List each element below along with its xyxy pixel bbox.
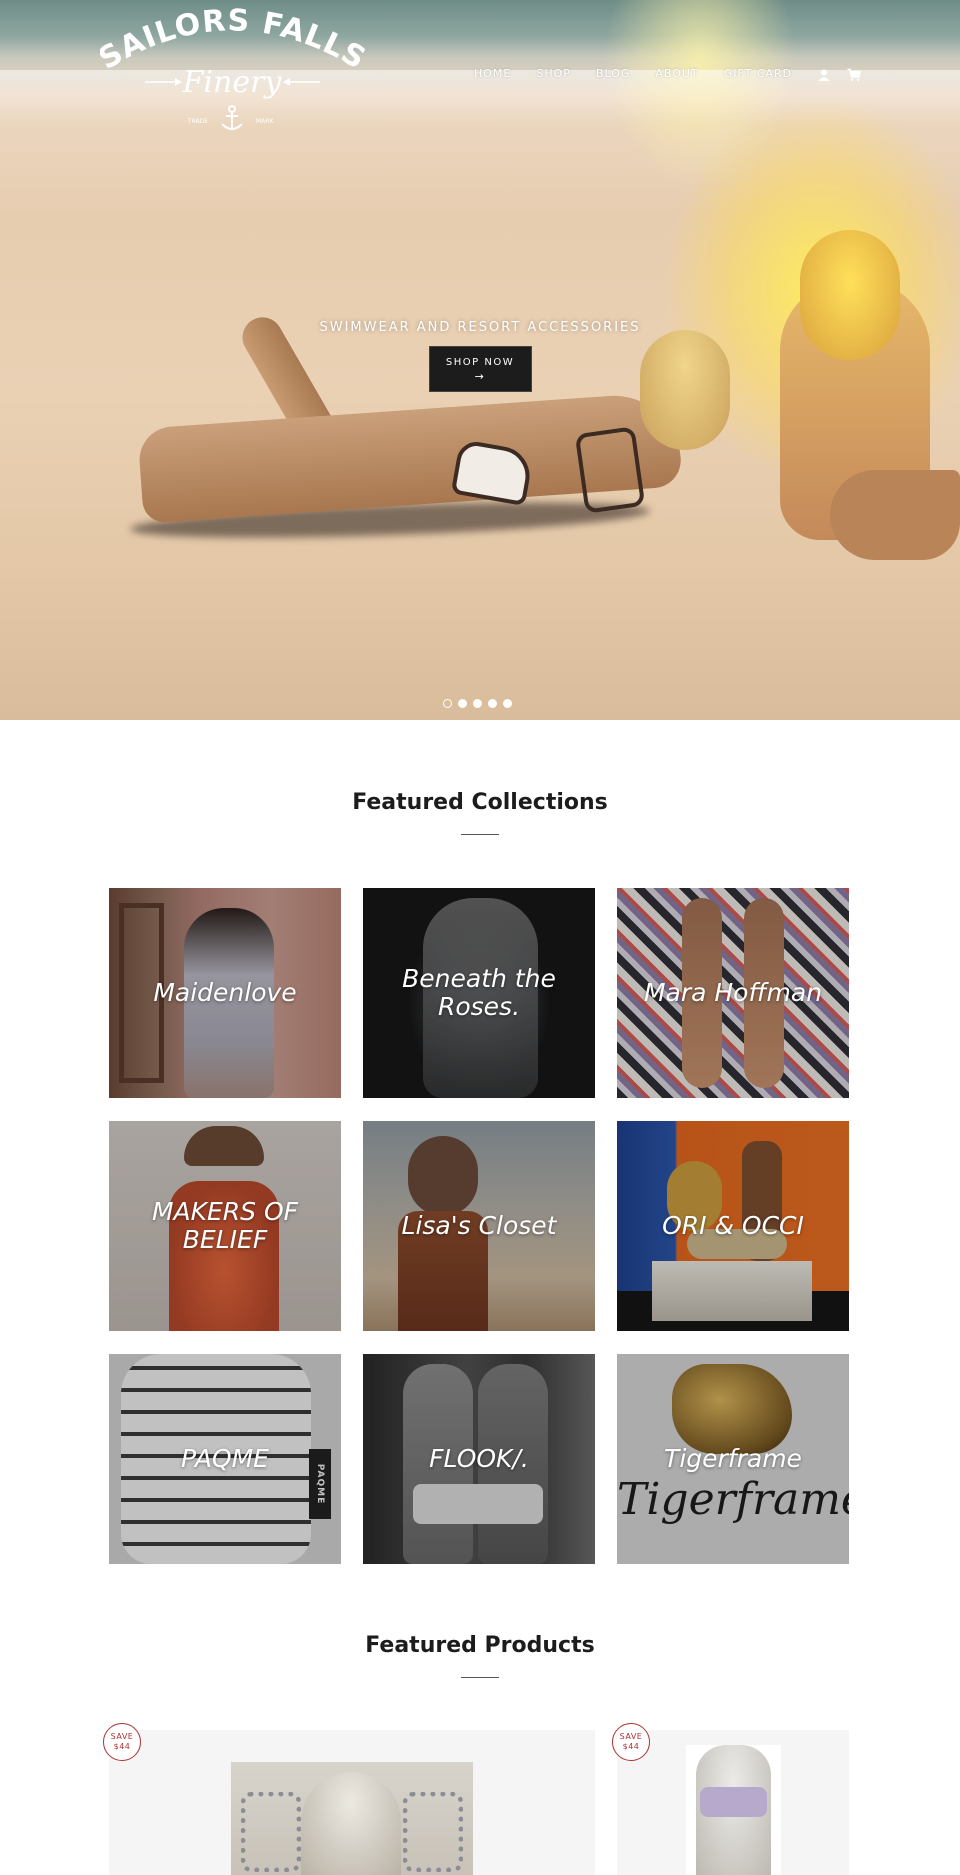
- collection-tile-beneath-the-roses[interactable]: Beneath the Roses.: [363, 888, 595, 1098]
- slide-dot-5[interactable]: [503, 699, 512, 708]
- nav-blog[interactable]: BLOG: [596, 67, 630, 80]
- save-badge-1: SAVE $44: [103, 1723, 141, 1761]
- product-image: [686, 1745, 781, 1875]
- slide-dot-2[interactable]: [458, 699, 467, 708]
- brand-logo[interactable]: SAILORS FALLS Finery TRADE MARK: [93, 3, 371, 138]
- collection-tile-lisas-closet[interactable]: Lisa's Closet: [363, 1121, 595, 1331]
- collection-name: MAKERS OF BELIEF: [151, 1197, 299, 1254]
- product-image: [231, 1762, 473, 1875]
- collection-name: Lisa's Closet: [401, 1211, 557, 1240]
- collection-name: ORI & OCCI: [662, 1211, 804, 1240]
- user-icon[interactable]: [817, 67, 831, 81]
- featured-products-title: Featured Products: [365, 1633, 595, 1658]
- collection-tile-mara-hoffman[interactable]: Mara Hoffman: [617, 888, 849, 1098]
- collection-name: Beneath the Roses.: [402, 964, 556, 1021]
- logo-mark: MARK: [256, 118, 274, 125]
- featured-products-divider: [461, 1677, 499, 1678]
- collection-name: Maidenlove: [153, 978, 297, 1007]
- save-label: SAVE: [110, 1732, 134, 1741]
- slide-dots: [443, 699, 512, 708]
- hero-slideshow: SAILORS FALLS Finery TRADE MARK HOME SHO…: [0, 0, 960, 720]
- cart-icon[interactable]: [847, 67, 862, 81]
- save-amount: $44: [113, 1742, 131, 1751]
- hero-figure-swimwear-top: [574, 426, 646, 514]
- slide-dot-4[interactable]: [488, 699, 497, 708]
- collection-name: Tigerframe: [664, 1444, 802, 1473]
- arrow-right-icon: →: [474, 370, 486, 383]
- nav-shop[interactable]: SHOP: [536, 67, 571, 80]
- save-label: SAVE: [619, 1732, 643, 1741]
- collection-tile-paqme[interactable]: PAQME PAQME: [109, 1354, 341, 1564]
- save-badge-2: SAVE $44: [612, 1723, 650, 1761]
- collection-name: PAQME: [181, 1444, 269, 1473]
- macrame-strap-left: [241, 1792, 301, 1872]
- collection-tile-tigerframe[interactable]: Tigerframe Tigerframe: [617, 1354, 849, 1564]
- shop-now-button[interactable]: SHOP NOW →: [428, 346, 532, 392]
- logo-trade: TRADE: [187, 118, 208, 125]
- macrame-strap-right: [403, 1792, 463, 1872]
- anchor-icon: [221, 105, 243, 130]
- shop-now-label: SHOP NOW: [445, 357, 515, 368]
- mannequin: [301, 1772, 401, 1875]
- save-amount: $44: [622, 1742, 640, 1751]
- collection-name: Mara Hoffman: [643, 978, 823, 1007]
- main-nav: HOME SHOP BLOG ABOUT GIFT CARD: [474, 66, 877, 81]
- collection-tile-ori-occi[interactable]: ORI & OCCI: [617, 1121, 849, 1331]
- hero-tagline: SWIMWEAR AND RESORT ACCESSORIES: [319, 320, 641, 335]
- product-card-1[interactable]: [109, 1730, 595, 1875]
- collection-tile-maidenlove[interactable]: Maidenlove: [109, 888, 341, 1098]
- featured-collections-divider: [461, 834, 499, 835]
- nav-home[interactable]: HOME: [474, 67, 511, 80]
- nav-about[interactable]: ABOUT: [655, 67, 698, 80]
- product-card-2[interactable]: [617, 1730, 849, 1875]
- lavender-bikini-top: [700, 1787, 767, 1817]
- featured-collections-title: Featured Collections: [352, 790, 608, 815]
- collection-tile-flook[interactable]: FLOOK/.: [363, 1354, 595, 1564]
- logo-name-line2: Finery: [182, 65, 283, 100]
- slide-dot-1[interactable]: [443, 699, 452, 708]
- slide-dot-3[interactable]: [473, 699, 482, 708]
- collection-tile-makers-of-belief[interactable]: MAKERS OF BELIEF: [109, 1121, 341, 1331]
- collection-name: FLOOK/.: [429, 1444, 529, 1473]
- hero-figure2-legs: [830, 470, 960, 560]
- hero-caption: SWIMWEAR AND RESORT ACCESSORIES SHOP NOW…: [0, 320, 960, 392]
- nav-gift-card[interactable]: GIFT CARD: [724, 67, 792, 80]
